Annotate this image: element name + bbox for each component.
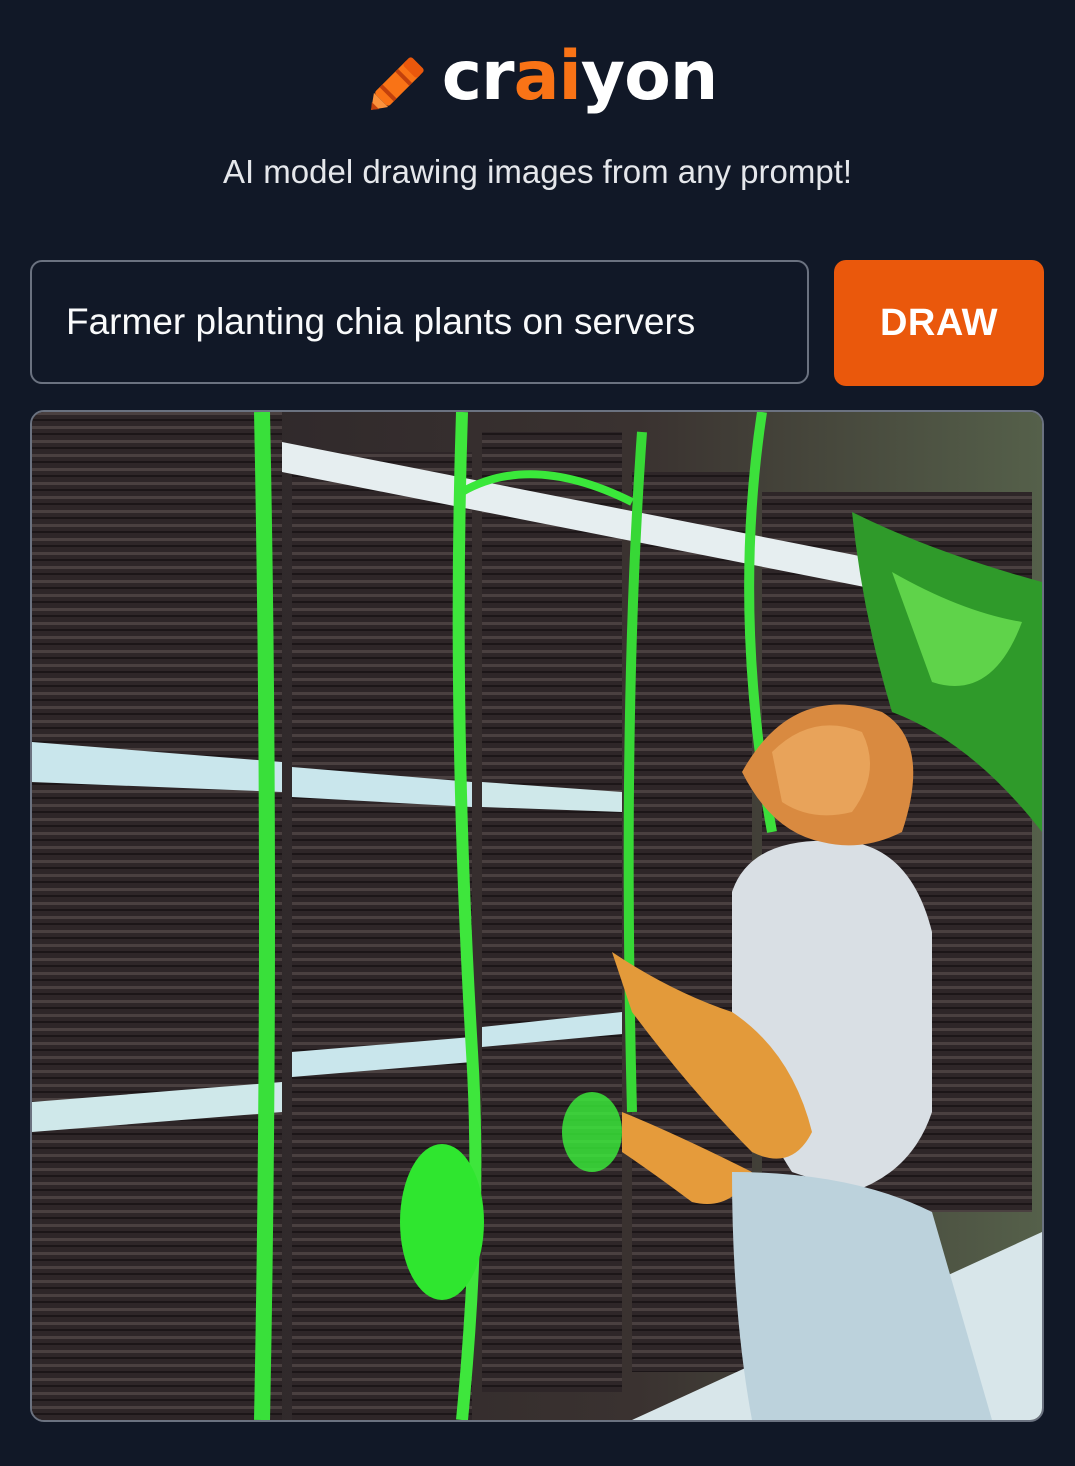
logo-wordmark: craiyon — [442, 43, 719, 111]
brand-logo[interactable]: craiyon — [0, 36, 1075, 126]
draw-button[interactable]: DRAW — [834, 260, 1044, 386]
generated-image-canvas — [32, 412, 1042, 1420]
generated-image[interactable] — [30, 410, 1044, 1422]
logo-text-before: cr — [441, 37, 515, 116]
crayon-icon — [370, 57, 424, 110]
logo-text-accent: ai — [513, 37, 582, 116]
prompt-field[interactable] — [30, 260, 809, 384]
logo-text-after: yon — [580, 37, 718, 116]
app-page: craiyon AI model drawing images from any… — [0, 0, 1075, 1466]
prompt-input[interactable] — [66, 301, 807, 343]
tagline: AI model drawing images from any prompt! — [222, 153, 853, 190]
